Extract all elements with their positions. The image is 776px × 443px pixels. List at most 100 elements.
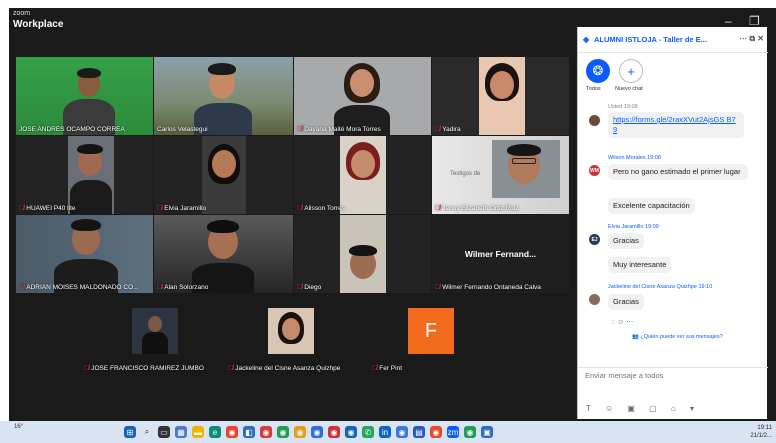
video-tile[interactable]: 🎙̸ JOSE FRANCISCO RAMIREZ JUMBO	[82, 308, 225, 373]
participant-video	[148, 316, 162, 332]
participant-video	[77, 68, 101, 78]
task-view-icon[interactable]: ▭	[158, 426, 170, 438]
widgets-icon[interactable]: ▦	[175, 426, 187, 438]
participant-name: 🎙̸ HUAWEI P40 lite	[19, 205, 76, 212]
linkedin-icon[interactable]: in	[379, 426, 391, 438]
mic-muted-icon: 🎙̸	[19, 205, 25, 212]
chat-message-input[interactable]	[585, 371, 761, 380]
file-explorer-icon[interactable]: ▬	[192, 426, 204, 438]
chat-toolbar-icons[interactable]: T ☺ ▣ ▢ ⌂ ▾	[586, 404, 700, 413]
minimize-button[interactable]: –	[725, 14, 732, 28]
browser-icon[interactable]: ◉	[260, 426, 272, 438]
system-tray[interactable]: 19:11 21/1/2...	[750, 424, 772, 440]
message-sender: Wilson Morales 19:08	[608, 155, 661, 161]
mic-muted-icon: 🎙̸	[297, 126, 303, 133]
chat-tabs: ❂ Todos + Nuevo chat	[578, 57, 768, 101]
video-tile[interactable]: 🎙̸ Yadira	[432, 57, 569, 135]
participant-video	[490, 71, 514, 99]
tab-new-chat-label: Nuevo chat	[615, 86, 643, 92]
message-bubble: Excelente capacitación	[608, 198, 695, 214]
sender-avatar: WM	[589, 165, 600, 176]
video-tile[interactable]: 🎙̸ Dayana Maité Mora Torres	[294, 57, 431, 135]
new-chat-icon[interactable]: +	[619, 59, 643, 83]
video-tile[interactable]: 🎙̸ Elvia Jaramillo	[154, 136, 293, 214]
mic-muted-icon: 🎙̸	[84, 365, 90, 372]
participant-name: 🎙̸ Wilmer Fernando Ontaneda Calva	[435, 284, 541, 291]
start-icon[interactable]: ⊞	[124, 426, 136, 438]
mic-muted-icon: 🎙̸	[435, 205, 441, 212]
message-bubble: Muy interesante	[608, 257, 672, 273]
users-icon: 👥	[632, 334, 639, 340]
app-icon[interactable]: ◉	[464, 426, 476, 438]
chrome-profile-icon[interactable]: ◉	[311, 426, 323, 438]
mic-muted-icon: 🎙̸	[157, 205, 163, 212]
participant-name: 🎙̸ Dayana Maité Mora Torres	[297, 126, 381, 133]
more-options-icon[interactable]: ⋯ ⧉ ✕	[739, 34, 764, 44]
browser-icon[interactable]: ◉	[396, 426, 408, 438]
video-tile[interactable]: 🎙̸ HUAWEI P40 lite	[16, 136, 153, 214]
app-icon[interactable]: ◉	[430, 426, 442, 438]
participant-video	[282, 318, 300, 340]
app-icon[interactable]: ▣	[481, 426, 493, 438]
who-can-see-link[interactable]: 👥 ¿Quién puede ver sus mensajes?	[632, 334, 723, 340]
chrome-icon[interactable]: ◉	[226, 426, 238, 438]
tab-all-label: Todos	[586, 86, 601, 92]
app-icon[interactable]: ▤	[413, 426, 425, 438]
chat-header: ◈ ALUMNI ISTLOJA - Taller de E... ⋯ ⧉ ✕	[578, 27, 768, 53]
video-tile[interactable]: 🎙̸ ADRIAN MOISES MALDONADO CO...	[16, 215, 153, 293]
chat-input-area: T ☺ ▣ ▢ ⌂ ▾	[578, 367, 768, 419]
participant-name: 🎙̸ Fer Pint	[372, 365, 403, 372]
video-tile[interactable]: JOSE ANDRES OCAMPO CORREA	[16, 57, 153, 135]
all-chats-icon[interactable]: ❂	[586, 59, 610, 83]
video-tile[interactable]: 🎙̸ Alisson Torres	[294, 136, 431, 214]
participant-video	[507, 144, 541, 156]
video-tile[interactable]: 🎙̸ Jackeline del Cisne Asanza Quizhpe	[226, 308, 369, 373]
participant-video	[142, 332, 168, 354]
participant-video	[212, 150, 236, 178]
user-avatar	[589, 115, 600, 126]
video-tile[interactable]: 🎙̸ Diego	[294, 215, 431, 293]
search-icon[interactable]: ⌕	[141, 426, 153, 438]
zoom-taskbar-icon[interactable]: zm	[447, 426, 459, 438]
participant-video	[350, 69, 374, 97]
reaction-icons[interactable]: ◌ ☺ ⋯	[611, 318, 633, 326]
participant-name: 🎙̸ JOSE FRANCISCO RAMIREZ JUMBO	[84, 365, 204, 372]
desktop: zoom Workplace – ❐ JOSE ANDRES OCAMPO CO…	[0, 0, 776, 443]
participant-name: 🎙̸ Jackeline del Cisne Asanza Quizhpe	[228, 365, 341, 372]
participant-video	[349, 245, 377, 256]
mic-muted-icon: 🎙̸	[297, 205, 303, 212]
video-tile[interactable]: F 🎙̸ Fer Pint	[370, 308, 460, 373]
participant-name: 🎙̸ Alan Solorzano	[157, 284, 209, 291]
edge-icon[interactable]: e	[209, 426, 221, 438]
participant-video	[71, 219, 101, 231]
video-tile[interactable]: Testigos de 🎙̸ Jenny Elizabeth Ortiz Ruiz	[432, 136, 569, 214]
video-tile-camera-off[interactable]: Wilmer Fernand... 🎙̸ Wilmer Fernando Onta…	[432, 215, 569, 293]
chat-channel-icon: ◈	[583, 35, 590, 44]
video-tile[interactable]: 🎙̸ Alan Solorzano	[154, 215, 293, 293]
message-sender: Elvia Jaramillo 19:09	[608, 224, 659, 230]
chrome-profile-icon[interactable]: ◉	[345, 426, 357, 438]
sender-avatar	[589, 294, 600, 305]
chrome-profile-icon[interactable]: ◉	[328, 426, 340, 438]
participant-name: 🎙̸ Diego	[297, 284, 322, 291]
chrome-profile-icon[interactable]: ◉	[294, 426, 306, 438]
whatsapp-icon[interactable]: ✆	[362, 426, 374, 438]
form-link[interactable]: https://forms.gle/2raxXVut2AjsGS B79	[608, 112, 744, 138]
weather-widget[interactable]: 16°	[14, 424, 23, 430]
camera-off-name: Wilmer Fernand...	[464, 249, 537, 259]
participant-video	[70, 180, 112, 214]
clock-date: 21/1/2...	[750, 433, 772, 439]
participant-video	[208, 63, 236, 75]
store-icon[interactable]: ◧	[243, 426, 255, 438]
mic-muted-icon: 🎙̸	[228, 365, 234, 372]
participant-video	[351, 150, 375, 178]
chat-title[interactable]: ALUMNI ISTLOJA - Taller de E...	[594, 35, 707, 44]
sender-avatar: EJ	[589, 234, 600, 245]
chrome-profile-icon[interactable]: ◉	[277, 426, 289, 438]
glasses	[512, 158, 536, 164]
participant-name: JOSE ANDRES OCAMPO CORREA	[19, 126, 125, 133]
video-tile-active-speaker[interactable]: Carlos Velastegui	[154, 57, 293, 135]
app-title: Workplace	[13, 19, 64, 30]
restore-button[interactable]: ❐	[749, 14, 760, 28]
zoom-logo: zoom	[13, 10, 31, 17]
